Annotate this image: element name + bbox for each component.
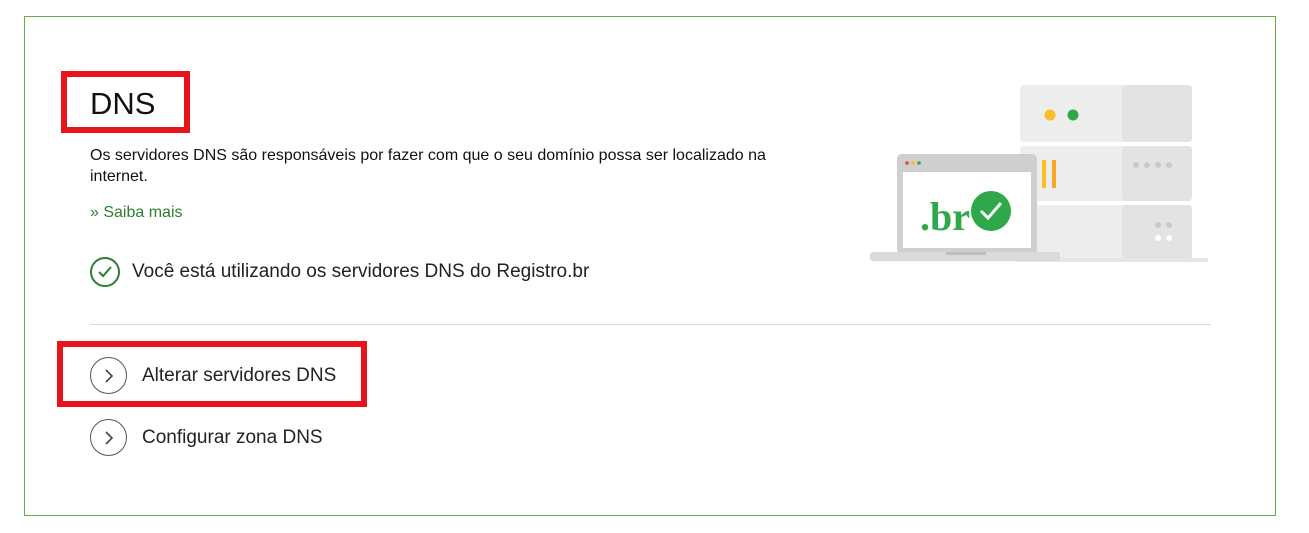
server-icon: [1016, 85, 1208, 262]
chevron-right-icon: [90, 419, 127, 456]
laptop-icon: .br: [870, 154, 1060, 261]
chevron-right-icon: [90, 357, 127, 394]
check-icon: [971, 191, 1011, 231]
dns-status: Você está utilizando os servidores DNS d…: [90, 256, 589, 288]
laptop-text: .br: [920, 194, 970, 239]
divider: [90, 324, 1211, 325]
configure-dns-zone-label: Configurar zona DNS: [142, 426, 323, 448]
configure-dns-zone-link[interactable]: Configurar zona DNS: [90, 419, 323, 456]
server-laptop-illustration: .br: [870, 85, 1208, 262]
change-dns-servers-link[interactable]: Alterar servidores DNS: [90, 357, 336, 394]
dns-description: Os servidores DNS são responsáveis por f…: [90, 147, 766, 185]
learn-more-link[interactable]: » Saiba mais: [90, 204, 183, 222]
check-circle-icon: [90, 257, 120, 287]
status-text: Você está utilizando os servidores DNS d…: [132, 261, 590, 282]
page-title: DNS: [90, 86, 156, 121]
change-dns-servers-label: Alterar servidores DNS: [142, 364, 337, 386]
